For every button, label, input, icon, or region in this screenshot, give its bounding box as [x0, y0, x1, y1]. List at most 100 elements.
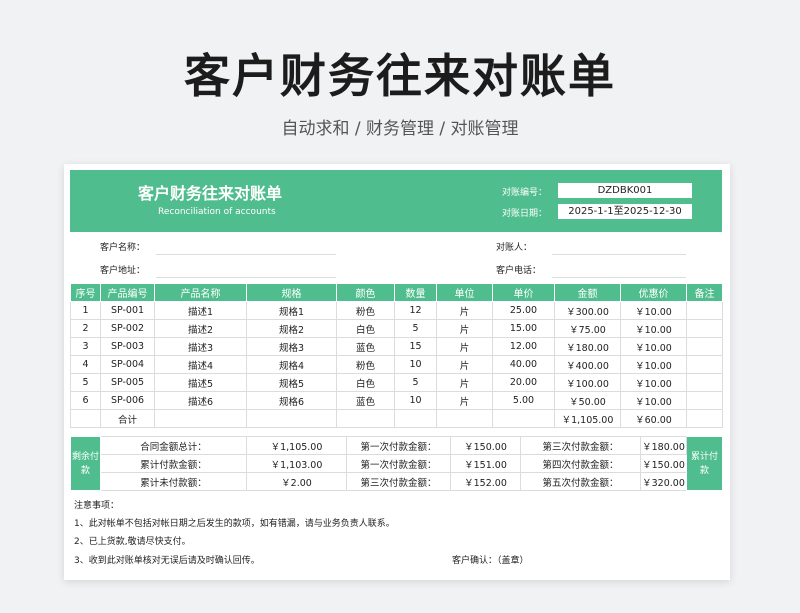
statement-number-field[interactable]: DZDBK001	[558, 183, 692, 198]
payment-label: 第四次付款金额：	[520, 454, 641, 473]
customer-name-field[interactable]	[156, 254, 336, 255]
cell-spec: 规格1	[246, 301, 337, 320]
payment-label: 第五次付款金额：	[520, 472, 641, 491]
total-cell-empty	[154, 409, 247, 428]
cell-discount-price: ￥10.00	[620, 391, 687, 410]
payment-label: 第一次付款金额：	[346, 436, 451, 455]
cell-remark	[686, 301, 723, 320]
header-remark: 备注	[686, 283, 723, 302]
header-index: 序号	[70, 283, 101, 302]
payment-value: ￥152.00	[450, 472, 521, 491]
cell-amount: ￥300.00	[554, 301, 621, 320]
note-item: 3、收到此对账单核对无误后请及时确认回传。	[74, 556, 260, 566]
cell-amount: ￥180.00	[554, 337, 621, 356]
cell-index: 2	[70, 319, 101, 338]
customer-phone-label: 客户电话：	[496, 266, 542, 276]
cell-remark	[686, 355, 723, 374]
cell-product-name: 描述6	[154, 391, 247, 410]
cell-unit-price: 20.00	[492, 373, 555, 392]
customer-name-label: 客户名称：	[100, 243, 146, 253]
total-cell-empty	[394, 409, 437, 428]
payment-value: ￥151.00	[450, 454, 521, 473]
cumulative-payment-label: 累计付款	[686, 436, 723, 491]
payment-value: ￥2.00	[246, 472, 347, 491]
cell-index: 3	[70, 337, 101, 356]
table-row: 6 SP-006 描述6 规格6 蓝色 10 片 5.00 ￥50.00 ￥10.00	[70, 391, 723, 410]
payment-row: 剩余付款 合同金额总计： ￥1,105.00 第一次付款金额： ￥150.00 …	[70, 436, 723, 491]
note-item: 1、此对帐单不包括对帐日期之后发生的款项，如有错漏，请与业务负责人联系。	[74, 519, 395, 529]
payment-label: 合同金额总计：	[100, 436, 247, 455]
reconciler-label: 对账人：	[496, 243, 533, 253]
header-spec: 规格	[246, 283, 337, 302]
cell-unit-price: 40.00	[492, 355, 555, 374]
total-cell-empty	[70, 409, 101, 428]
statement-date-field[interactable]: 2025-1-1至2025-12-30	[558, 204, 692, 219]
total-discount: ￥60.00	[620, 409, 687, 428]
cell-quantity: 10	[394, 391, 437, 410]
cell-unit: 片	[436, 319, 493, 338]
payment-value: ￥150.00	[640, 454, 687, 473]
cell-color: 粉色	[336, 301, 395, 320]
cell-spec: 规格2	[246, 319, 337, 338]
cell-unit-price: 15.00	[492, 319, 555, 338]
cell-discount-price: ￥10.00	[620, 373, 687, 392]
cell-quantity: 5	[394, 319, 437, 338]
cell-unit-price: 12.00	[492, 337, 555, 356]
cell-amount: ￥400.00	[554, 355, 621, 374]
cell-unit: 片	[436, 391, 493, 410]
header-amount: 金额	[554, 283, 621, 302]
payment-value: ￥180.00	[640, 436, 687, 455]
table-row: 2 SP-002 描述2 规格2 白色 5 片 15.00 ￥75.00 ￥10.00	[70, 319, 723, 338]
cell-product-code: SP-005	[100, 373, 155, 392]
customer-phone-field[interactable]	[552, 277, 686, 278]
total-cell-empty	[686, 409, 723, 428]
cell-remark	[686, 319, 723, 338]
cell-product-name: 描述1	[154, 301, 247, 320]
cell-product-name: 描述4	[154, 355, 247, 374]
cell-spec: 规格5	[246, 373, 337, 392]
items-header-row: 序号 产品编号 产品名称 规格 颜色 数量 单位 单价 金额 优惠价 备注	[70, 283, 723, 302]
total-cell-empty	[336, 409, 395, 428]
payment-row: 累计未付款额： ￥2.00 第三次付款金额： ￥152.00 第五次付款金额： …	[71, 472, 723, 491]
customer-address-field[interactable]	[156, 277, 336, 278]
payment-label: 第一次付款金额：	[346, 454, 451, 473]
banner-subtitle: Reconciliation of accounts	[158, 207, 276, 217]
header-color: 颜色	[336, 283, 395, 302]
remaining-payment-label: 剩余付款	[70, 436, 101, 491]
payment-row: 累计付款金额： ￥1,103.00 第一次付款金额： ￥151.00 第四次付款…	[71, 454, 723, 473]
payment-label: 第三次付款金额：	[520, 436, 641, 455]
banner-title: 客户财务往来对账单	[138, 184, 283, 203]
cell-color: 白色	[336, 319, 395, 338]
cell-remark	[686, 373, 723, 392]
header-product-name: 产品名称	[154, 283, 247, 302]
cell-product-code: SP-002	[100, 319, 155, 338]
cell-product-code: SP-001	[100, 301, 155, 320]
customer-confirm: 客户确认：（盖章）	[452, 556, 529, 566]
cell-amount: ￥50.00	[554, 391, 621, 410]
cell-quantity: 15	[394, 337, 437, 356]
cell-quantity: 5	[394, 373, 437, 392]
total-cell-empty	[436, 409, 493, 428]
cell-amount: ￥75.00	[554, 319, 621, 338]
cell-index: 6	[70, 391, 101, 410]
cell-remark	[686, 391, 723, 410]
cell-unit: 片	[436, 355, 493, 374]
cell-discount-price: ￥10.00	[620, 355, 687, 374]
total-label: 合计	[100, 409, 155, 428]
payment-value: ￥320.00	[640, 472, 687, 491]
cell-quantity: 10	[394, 355, 437, 374]
cell-unit: 片	[436, 337, 493, 356]
payment-label: 累计未付款额：	[100, 472, 247, 491]
total-cell-empty	[492, 409, 555, 428]
header-unit-price: 单价	[492, 283, 555, 302]
cell-index: 1	[70, 301, 101, 320]
cell-discount-price: ￥10.00	[620, 319, 687, 338]
payment-summary-table: 剩余付款 合同金额总计： ￥1,105.00 第一次付款金额： ￥150.00 …	[70, 436, 723, 491]
note-item: 2、已上货款,敬请尽快支付。	[74, 537, 191, 547]
table-row: 4 SP-004 描述4 规格4 粉色 10 片 40.00 ￥400.00 ￥10.00	[70, 355, 723, 374]
cell-spec: 规格6	[246, 391, 337, 410]
total-cell-empty	[246, 409, 337, 428]
cell-color: 蓝色	[336, 391, 395, 410]
reconciler-field[interactable]	[552, 254, 686, 255]
cell-unit-price: 25.00	[492, 301, 555, 320]
